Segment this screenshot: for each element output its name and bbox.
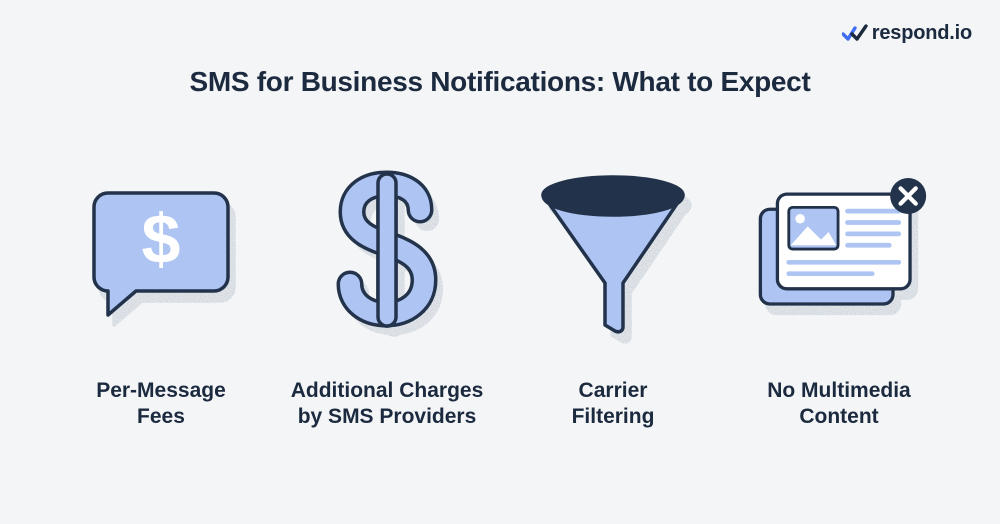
dollar-icon	[297, 150, 477, 350]
info-item-carrier-filtering: Carrier Filtering	[508, 150, 718, 431]
no-multimedia-icon	[749, 150, 929, 350]
close-icon	[890, 178, 926, 214]
info-caption: No Multimedia Content	[767, 378, 911, 431]
brand-text: respond.io	[872, 22, 972, 45]
svg-text:$: $	[142, 200, 181, 278]
brand-checkmarks-icon	[842, 24, 868, 44]
infographic-row: $ Per-Message Fees	[0, 150, 1000, 431]
chat-dollar-icon: $	[71, 150, 251, 350]
info-item-no-multimedia: No Multimedia Content	[734, 150, 944, 431]
page-title: SMS for Business Notifications: What to …	[0, 66, 1000, 98]
info-caption: Additional Charges by SMS Providers	[291, 378, 484, 431]
brand-logo: respond.io	[842, 22, 972, 45]
info-caption: Per-Message Fees	[96, 378, 226, 431]
funnel-icon	[523, 150, 703, 350]
info-item-per-message-fees: $ Per-Message Fees	[56, 150, 266, 431]
info-item-additional-charges: Additional Charges by SMS Providers	[282, 150, 492, 431]
info-caption: Carrier Filtering	[572, 378, 655, 431]
